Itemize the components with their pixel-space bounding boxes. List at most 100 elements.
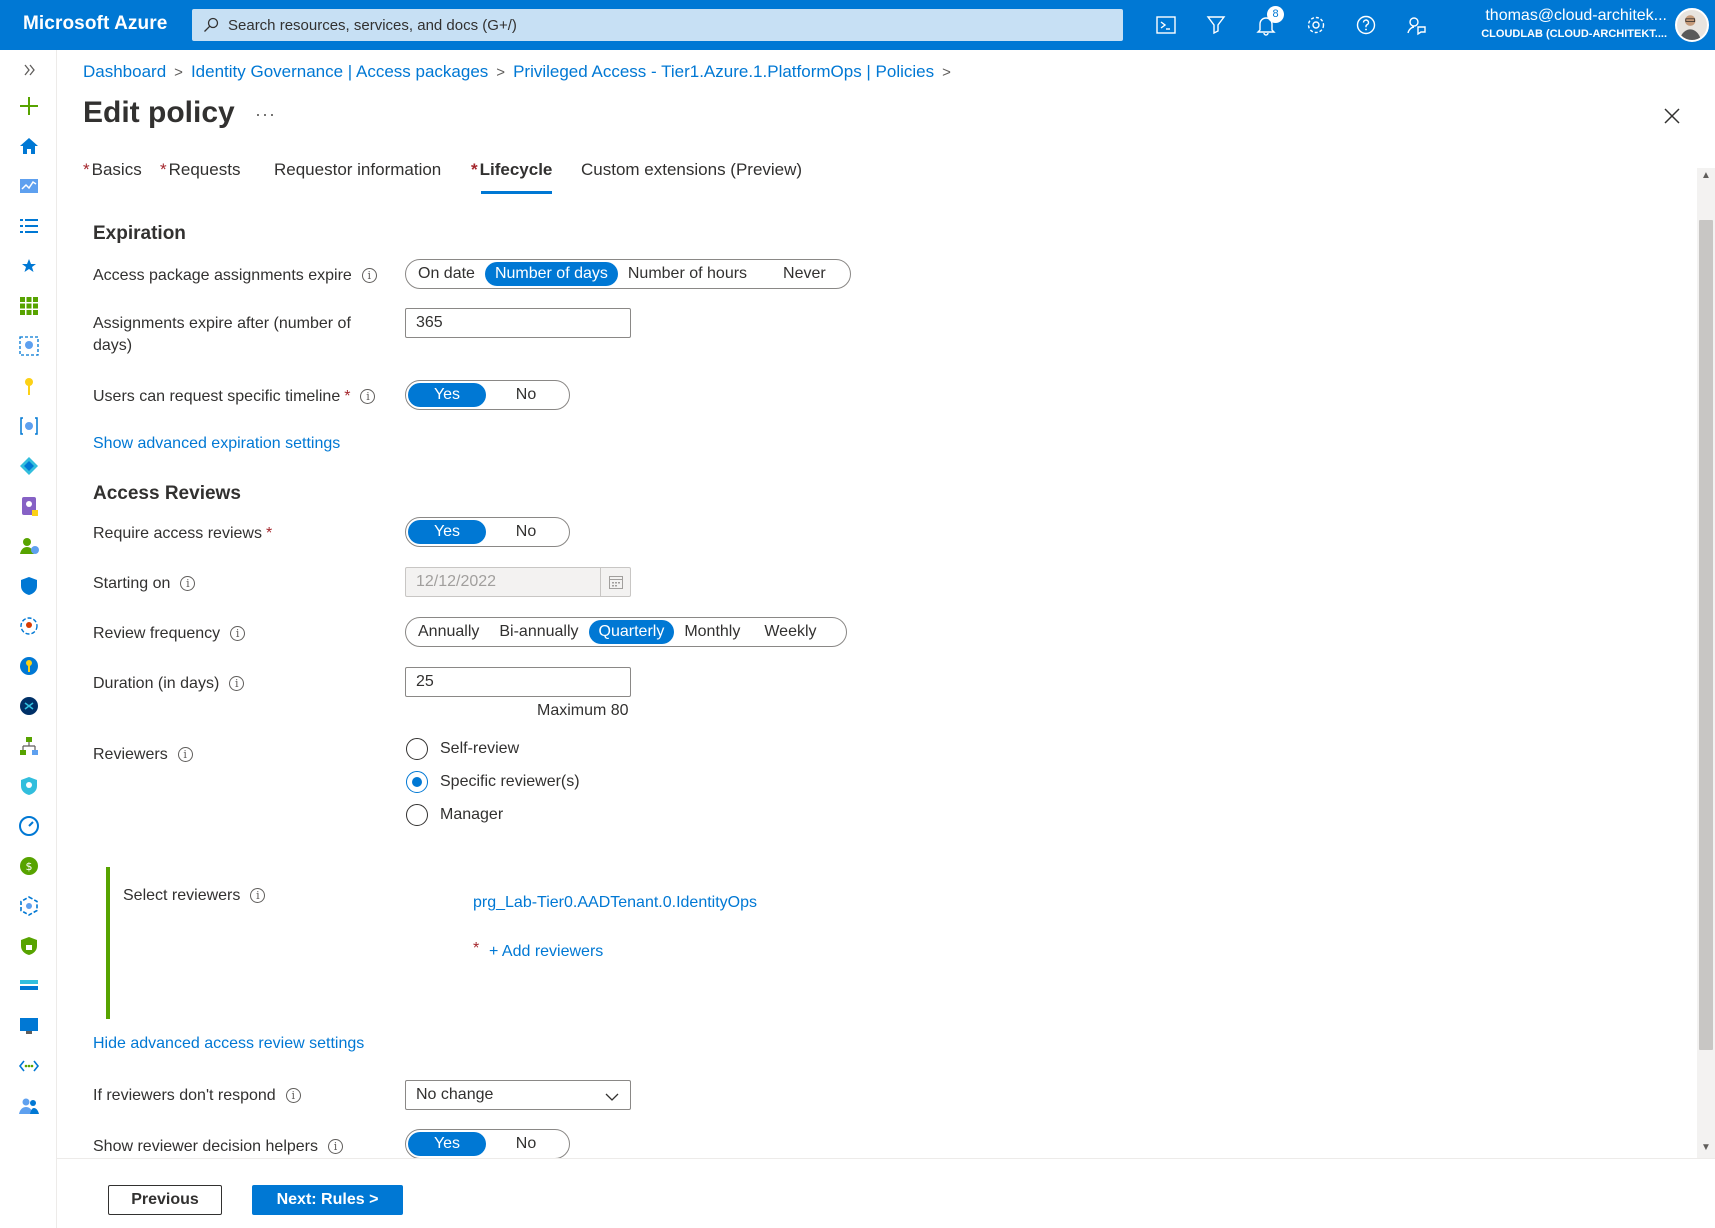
info-icon[interactable]: i (229, 676, 245, 691)
scroll-down-icon[interactable]: ▼ (1701, 1142, 1711, 1153)
identity-governance-icon[interactable] (17, 614, 41, 638)
lock-shield-icon[interactable] (17, 934, 41, 958)
radio-button-selected[interactable] (406, 771, 428, 793)
resource-groups-icon[interactable] (17, 334, 41, 358)
duration-days-input[interactable] (405, 667, 631, 697)
info-icon[interactable]: i (361, 268, 377, 283)
directory-filter-icon[interactable] (1202, 11, 1230, 39)
calendar-icon[interactable] (600, 568, 630, 596)
radio-button[interactable] (406, 804, 428, 826)
require-reviews-toggle: Yes No (405, 517, 570, 547)
all-resources-grid-icon[interactable] (17, 294, 41, 318)
hide-advanced-review-link[interactable]: Hide advanced access review settings (93, 1035, 364, 1053)
notifications-icon[interactable]: 8 (1252, 6, 1284, 39)
info-icon[interactable]: i (250, 888, 266, 903)
previous-button[interactable]: Previous (108, 1185, 222, 1215)
next-rules-button[interactable]: Next: Rules > (252, 1185, 403, 1215)
require-reviews-yes[interactable]: Yes (408, 520, 486, 544)
tab-basics[interactable]: * Basics (83, 160, 142, 180)
app-service-icon[interactable] (17, 414, 41, 438)
require-reviews-no[interactable]: No (486, 520, 566, 544)
starting-on-date-field[interactable]: 12/12/2022 (405, 567, 631, 597)
selected-reviewer-group[interactable]: prg_Lab-Tier0.AADTenant.0.IdentityOps (473, 894, 757, 912)
info-icon[interactable]: i (360, 389, 376, 404)
expire-option-number-of-hours[interactable]: Number of hours (618, 262, 757, 286)
info-icon[interactable]: i (230, 626, 246, 641)
security-shield-icon[interactable] (17, 574, 41, 598)
connector-icon[interactable] (17, 694, 41, 718)
global-search[interactable] (192, 9, 1123, 41)
virtual-machine-icon[interactable] (17, 1014, 41, 1038)
brand-title[interactable]: Microsoft Azure (23, 13, 167, 35)
decision-helpers-toggle: Yes No (405, 1129, 570, 1159)
advisor-icon[interactable] (17, 894, 41, 918)
avatar[interactable] (1675, 8, 1709, 42)
cost-management-icon[interactable]: $ (17, 854, 41, 878)
timeline-no[interactable]: No (486, 383, 566, 407)
select-reviewers-label: Select reviewers i (123, 885, 266, 907)
expire-after-label: Assignments expire after (number of days… (93, 315, 351, 354)
frequency-annually[interactable]: Annually (408, 620, 489, 644)
defender-shield-icon[interactable] (17, 774, 41, 798)
more-options-icon[interactable]: ··· (255, 104, 276, 125)
frequency-bi-annually[interactable]: Bi-annually (489, 620, 588, 644)
frequency-monthly[interactable]: Monthly (674, 620, 750, 644)
users-icon[interactable] (17, 534, 41, 558)
scrollbar-thumb[interactable] (1699, 220, 1713, 1050)
helpers-no[interactable]: No (486, 1132, 566, 1156)
breadcrumb-identity-governance[interactable]: Identity Governance | Access packages (191, 62, 488, 81)
add-reviewers-link[interactable]: + Add reviewers (489, 943, 603, 961)
expire-option-on-date[interactable]: On date (408, 262, 485, 286)
frequency-quarterly[interactable]: Quarterly (588, 620, 675, 644)
favorites-star-icon[interactable] (17, 254, 41, 278)
breadcrumb-policies[interactable]: Privileged Access - Tier1.Azure.1.Platfo… (513, 62, 934, 81)
pim-key-icon[interactable] (17, 654, 41, 678)
account-menu[interactable]: thomas@cloud-architek... CLOUDLAB (CLOUD… (1467, 7, 1667, 40)
breadcrumb-chevron-icon: > (496, 64, 506, 81)
help-icon[interactable] (1352, 11, 1380, 39)
groups-icon[interactable] (17, 1094, 41, 1118)
dashboard-icon[interactable] (17, 174, 41, 198)
badge-user-icon[interactable] (17, 494, 41, 518)
tab-requestor-information[interactable]: Requestor information (272, 160, 441, 180)
tab-requests[interactable]: * Requests (160, 160, 240, 180)
close-icon[interactable] (1660, 104, 1684, 128)
reviewer-option-self-review[interactable]: Self-review (406, 737, 519, 761)
all-services-list-icon[interactable] (17, 214, 41, 238)
tab-lifecycle[interactable]: * Lifecycle (471, 160, 553, 194)
required-marker: * (344, 388, 351, 405)
reviewer-option-manager[interactable]: Manager (406, 803, 503, 827)
no-respond-dropdown[interactable]: No change (405, 1080, 631, 1110)
info-icon[interactable]: i (285, 1088, 301, 1103)
hierarchy-icon[interactable] (17, 734, 41, 758)
assignments-expire-label: Access package assignments expire i (93, 265, 377, 287)
reviewer-option-specific[interactable]: Specific reviewer(s) (406, 770, 580, 794)
create-resource-plus-icon[interactable] (17, 94, 41, 118)
azure-ad-diamond-icon[interactable] (17, 454, 41, 478)
network-arrows-icon[interactable] (17, 1054, 41, 1078)
key-icon[interactable] (17, 374, 41, 398)
expire-after-days-input[interactable] (405, 308, 631, 338)
info-icon[interactable]: i (328, 1139, 343, 1154)
timeline-yes[interactable]: Yes (408, 383, 486, 407)
scrollbar[interactable]: ▲ ▼ (1697, 168, 1715, 1158)
info-icon[interactable]: i (177, 747, 193, 762)
storage-icon[interactable] (17, 974, 41, 998)
feedback-icon[interactable] (1402, 11, 1430, 39)
show-advanced-expiration-link[interactable]: Show advanced expiration settings (93, 435, 340, 453)
info-icon[interactable]: i (180, 576, 196, 591)
monitor-gauge-icon[interactable] (17, 814, 41, 838)
search-input[interactable] (228, 9, 1108, 41)
expand-chevron-icon[interactable] (17, 58, 41, 82)
radio-button[interactable] (406, 738, 428, 760)
cloud-shell-icon[interactable] (1152, 11, 1180, 39)
expire-option-number-of-days[interactable]: Number of days (484, 262, 618, 286)
settings-gear-icon[interactable] (1302, 11, 1330, 39)
breadcrumb-dashboard[interactable]: Dashboard (83, 62, 166, 81)
helpers-yes[interactable]: Yes (408, 1132, 486, 1156)
home-icon[interactable] (17, 134, 41, 158)
frequency-weekly[interactable]: Weekly (754, 620, 826, 644)
tab-custom-extensions[interactable]: Custom extensions (Preview) (579, 160, 802, 180)
scroll-up-icon[interactable]: ▲ (1701, 170, 1711, 181)
expire-option-never[interactable]: Never (773, 262, 836, 286)
